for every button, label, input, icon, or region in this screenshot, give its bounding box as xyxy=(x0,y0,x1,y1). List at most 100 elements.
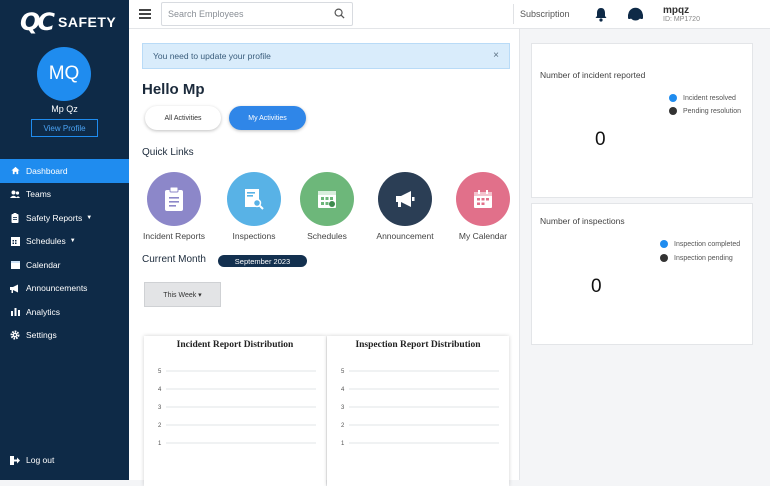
current-month-label: Current Month xyxy=(142,254,206,265)
y-tick-label: 2 xyxy=(341,423,345,429)
legend-item: Incident resolved xyxy=(669,94,736,102)
legend-label: Inspection completed xyxy=(674,240,741,248)
menu-icon[interactable] xyxy=(139,9,151,19)
incident-stat-card: Number of incident reported Incident res… xyxy=(531,43,753,198)
quick-links-title: Quick Links xyxy=(142,147,194,158)
quick-link-announcement[interactable]: Announcement xyxy=(365,172,445,241)
megaphone-icon xyxy=(378,172,432,226)
calendar-icon xyxy=(10,260,20,270)
sidebar-item-dashboard[interactable]: Dashboard xyxy=(0,159,129,183)
greeting: Hello Mp xyxy=(142,81,205,98)
incident-distribution-chart: Incident Report Distribution 54321 xyxy=(144,336,326,486)
clipboard-icon xyxy=(147,172,201,226)
sidebar-item-label: Settings xyxy=(26,330,57,341)
sidebar: QC SAFETY MQ Mp Qz View Profile Dashboar… xyxy=(0,0,129,480)
quick-link-my-calendar[interactable]: My Calendar xyxy=(443,172,523,241)
calendar-grid-icon xyxy=(10,236,20,246)
quick-link-label: Schedules xyxy=(307,231,347,241)
sidebar-item-label: Calendar xyxy=(26,259,61,270)
quick-link-inspections[interactable]: Inspections xyxy=(214,172,294,241)
y-tick-label: 5 xyxy=(341,369,345,375)
alert-text: You need to update your profile xyxy=(153,51,271,61)
search-input[interactable] xyxy=(168,9,328,19)
y-tick-label: 2 xyxy=(158,423,162,429)
legend-dot xyxy=(669,107,677,115)
sidebar-item-analytics[interactable]: Analytics xyxy=(0,300,129,324)
chart-plot: 5 4 3 2 1 xyxy=(158,369,316,447)
y-tick-label: 1 xyxy=(158,441,162,447)
sidebar-item-announcements[interactable]: Announcements xyxy=(0,277,129,301)
logout-icon xyxy=(10,455,20,465)
logout-button[interactable]: Log out xyxy=(10,455,54,465)
users-icon xyxy=(10,189,20,199)
sidebar-item-schedules[interactable]: Schedules ▼ xyxy=(0,230,129,254)
legend-dot xyxy=(669,94,677,102)
bell-icon[interactable] xyxy=(594,7,608,22)
legend-label: Inspection pending xyxy=(674,254,733,262)
y-tick-label: 4 xyxy=(158,387,162,393)
chart-plot: 5 4 3 2 1 xyxy=(341,369,499,447)
quick-link-label: Inspections xyxy=(232,231,276,241)
y-tick-label: 3 xyxy=(341,405,345,411)
logo-mark: QC xyxy=(20,8,55,36)
stat-title: Number of incident reported xyxy=(540,70,646,80)
y-tick-label: 1 xyxy=(341,441,345,447)
my-activities-button[interactable]: My Activities xyxy=(229,106,306,130)
stat-value: 0 xyxy=(595,129,606,150)
logout-label: Log out xyxy=(26,455,55,465)
logo-text: SAFETY xyxy=(58,14,117,30)
y-tick-label: 5 xyxy=(158,369,162,375)
quick-link-label: Announcement xyxy=(376,231,434,241)
stat-value: 0 xyxy=(591,276,602,297)
sidebar-item-label: Safety Reports xyxy=(26,212,83,223)
view-profile-button[interactable]: View Profile xyxy=(31,119,98,137)
megaphone-icon xyxy=(10,283,20,293)
inspection-stat-card: Number of inspections Inspection complet… xyxy=(531,203,753,345)
sidebar-item-settings[interactable]: Settings xyxy=(0,324,129,348)
chevron-down-icon: ▼ xyxy=(86,214,93,221)
calendar-grid-icon xyxy=(300,172,354,226)
sidebar-nav: Dashboard Teams Safety Reports ▼ Schedul… xyxy=(0,159,129,347)
gear-icon xyxy=(10,330,20,340)
all-activities-button[interactable]: All Activities xyxy=(145,106,221,130)
sidebar-item-label: Analytics xyxy=(26,306,61,317)
sidebar-item-label: Announcements xyxy=(26,283,88,294)
headset-icon[interactable] xyxy=(627,6,644,23)
sidebar-item-calendar[interactable]: Calendar xyxy=(0,253,129,277)
y-tick-label: 4 xyxy=(341,387,345,393)
chevron-down-icon: ▼ xyxy=(69,238,76,245)
close-icon[interactable]: × xyxy=(493,50,499,61)
week-dropdown[interactable]: This Week ▾ xyxy=(144,282,221,307)
y-tick-label: 3 xyxy=(158,405,162,411)
quick-link-label: My Calendar xyxy=(458,231,508,241)
stats-panel: Number of incident reported Incident res… xyxy=(519,29,770,480)
legend-dot xyxy=(660,254,668,262)
search-icon[interactable] xyxy=(334,8,345,19)
sidebar-item-label: Dashboard xyxy=(26,165,68,176)
app-logo[interactable]: QC SAFETY xyxy=(20,8,116,36)
sidebar-item-label: Schedules xyxy=(26,236,66,247)
profile-name: Mp Qz xyxy=(51,104,78,114)
user-name[interactable]: mpqz xyxy=(663,5,689,16)
bar-chart-icon xyxy=(10,307,20,317)
stat-title: Number of inspections xyxy=(540,216,625,226)
sidebar-item-safety-reports[interactable]: Safety Reports ▼ xyxy=(0,206,129,230)
month-badge: September 2023 xyxy=(218,255,307,267)
inspection-distribution-chart: Inspection Report Distribution 54321 xyxy=(327,336,509,486)
user-id: ID: MP1720 xyxy=(663,16,700,23)
sidebar-item-teams[interactable]: Teams xyxy=(0,183,129,207)
quick-link-incident-reports[interactable]: Incident Reports xyxy=(134,172,214,241)
legend-label: Pending resolution xyxy=(683,107,741,115)
search-box xyxy=(161,2,353,26)
sidebar-item-label: Teams xyxy=(26,189,52,200)
legend-item: Pending resolution xyxy=(669,107,741,115)
clipboard-icon xyxy=(10,212,20,223)
subscription-link[interactable]: Subscription xyxy=(520,9,570,19)
avatar: MQ xyxy=(37,47,91,101)
calendar-icon xyxy=(456,172,510,226)
divider xyxy=(513,4,514,24)
quick-link-schedules[interactable]: Schedules xyxy=(287,172,367,241)
legend-dot xyxy=(660,240,668,248)
legend-item: Inspection completed xyxy=(660,240,740,248)
top-bar: Subscription mpqz ID: MP1720 xyxy=(129,0,770,29)
